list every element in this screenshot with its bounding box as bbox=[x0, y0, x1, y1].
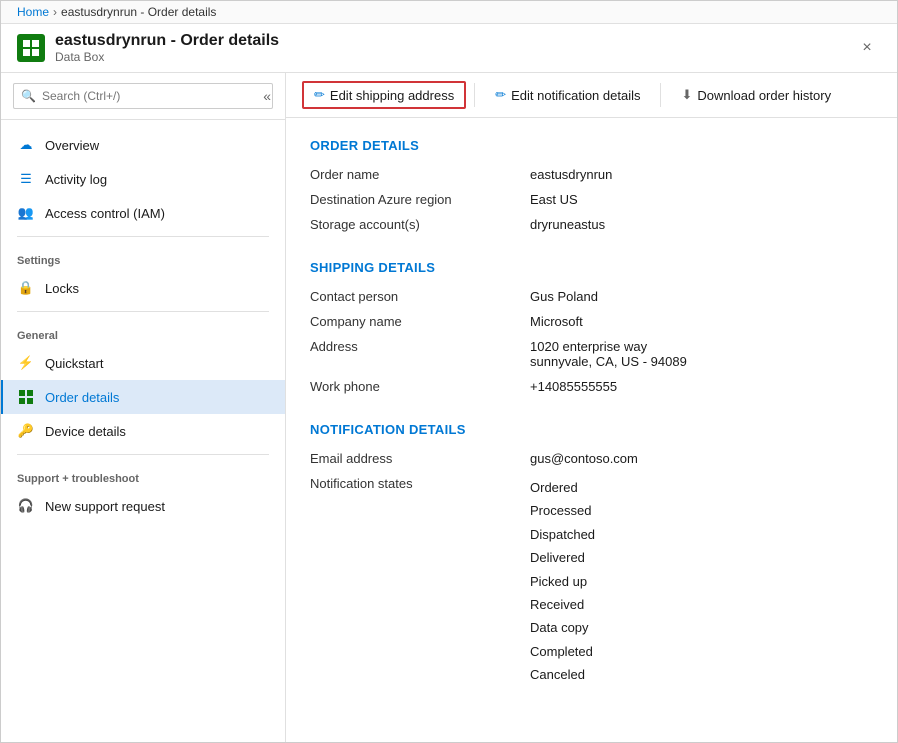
notification-states-row: Notification states Ordered Processed Di… bbox=[310, 476, 873, 687]
page-subtitle: Data Box bbox=[55, 50, 853, 64]
storage-accounts-row: Storage account(s) dryruneastus bbox=[310, 217, 873, 232]
divider-2 bbox=[17, 311, 269, 312]
sidebar-item-new-support-label: New support request bbox=[45, 499, 165, 514]
grid-icon bbox=[17, 388, 35, 406]
sidebar-item-quickstart[interactable]: ⚡ Quickstart bbox=[1, 346, 285, 380]
edit-shipping-button[interactable]: ✏ Edit shipping address bbox=[302, 81, 466, 109]
breadcrumb-separator: › bbox=[53, 5, 57, 19]
address-value: 1020 enterprise waysunnyvale, CA, US - 9… bbox=[530, 339, 687, 369]
edit-shipping-label: Edit shipping address bbox=[330, 88, 454, 103]
headset-icon: 🎧 bbox=[17, 497, 35, 515]
address-row: Address 1020 enterprise waysunnyvale, CA… bbox=[310, 339, 873, 369]
search-icon: 🔍 bbox=[21, 89, 36, 103]
destination-region-row: Destination Azure region East US bbox=[310, 192, 873, 207]
destination-region-label: Destination Azure region bbox=[310, 192, 530, 207]
toolbar-separator-2 bbox=[660, 83, 661, 107]
pencil2-icon: ✏ bbox=[495, 87, 506, 103]
edit-notification-button[interactable]: ✏ Edit notification details bbox=[483, 81, 652, 109]
page-title: eastusdrynrun - Order details bbox=[55, 32, 853, 50]
title-bar: eastusdrynrun - Order details Data Box × bbox=[1, 24, 897, 73]
sidebar-item-activity-log-label: Activity log bbox=[45, 172, 107, 187]
sidebar-search-container: 🔍 « bbox=[1, 73, 285, 120]
sidebar-item-order-details-label: Order details bbox=[45, 390, 119, 405]
sidebar-item-locks-label: Locks bbox=[45, 281, 79, 296]
sidebar-item-new-support[interactable]: 🎧 New support request bbox=[1, 489, 285, 523]
divider-3 bbox=[17, 454, 269, 455]
search-input[interactable] bbox=[13, 83, 273, 109]
sidebar-item-order-details[interactable]: Order details bbox=[1, 380, 285, 414]
sidebar-item-locks[interactable]: 🔒 Locks bbox=[1, 271, 285, 305]
section-label-support: Support + troubleshoot bbox=[1, 461, 285, 489]
breadcrumb: Home › eastusdrynrun - Order details bbox=[1, 1, 897, 24]
download-order-button[interactable]: ⬇ Download order history bbox=[669, 81, 843, 109]
shipping-details-title: SHIPPING DETAILS bbox=[310, 260, 873, 275]
detail-content: ORDER DETAILS Order name eastusdrynrun D… bbox=[286, 118, 897, 742]
main-layout: 🔍 « ☁ Overview ☰ Activity log 👥 bbox=[1, 73, 897, 742]
work-phone-value: +14085555555 bbox=[530, 379, 617, 394]
download-order-label: Download order history bbox=[697, 88, 831, 103]
company-name-row: Company name Microsoft bbox=[310, 314, 873, 329]
section-label-settings: Settings bbox=[1, 243, 285, 271]
notification-states-label: Notification states bbox=[310, 476, 530, 491]
storage-accounts-label: Storage account(s) bbox=[310, 217, 530, 232]
sidebar-item-quickstart-label: Quickstart bbox=[45, 356, 104, 371]
bolt-icon: ⚡ bbox=[17, 354, 35, 372]
work-phone-row: Work phone +14085555555 bbox=[310, 379, 873, 394]
people-icon: 👥 bbox=[17, 204, 35, 222]
download-icon: ⬇ bbox=[681, 87, 692, 103]
notification-details-section: NOTIFICATION DETAILS Email address gus@c… bbox=[310, 422, 873, 687]
main-window: Home › eastusdrynrun - Order details eas… bbox=[0, 0, 898, 743]
storage-accounts-value: dryruneastus bbox=[530, 217, 605, 232]
list-icon: ☰ bbox=[17, 170, 35, 188]
shipping-details-section: SHIPPING DETAILS Contact person Gus Pola… bbox=[310, 260, 873, 394]
sidebar-item-device-details-label: Device details bbox=[45, 424, 126, 439]
toolbar-separator-1 bbox=[474, 83, 475, 107]
app-icon bbox=[17, 34, 45, 62]
close-button[interactable]: × bbox=[853, 34, 881, 62]
order-details-title: ORDER DETAILS bbox=[310, 138, 873, 153]
pencil-icon: ✏ bbox=[314, 87, 325, 103]
sidebar-item-overview-label: Overview bbox=[45, 138, 99, 153]
divider-1 bbox=[17, 236, 269, 237]
edit-notification-label: Edit notification details bbox=[511, 88, 640, 103]
email-address-row: Email address gus@contoso.com bbox=[310, 451, 873, 466]
email-address-label: Email address bbox=[310, 451, 530, 466]
content-area: ✏ Edit shipping address ✏ Edit notificat… bbox=[286, 73, 897, 742]
notification-details-title: NOTIFICATION DETAILS bbox=[310, 422, 873, 437]
sidebar-item-overview[interactable]: ☁ Overview bbox=[1, 128, 285, 162]
contact-person-row: Contact person Gus Poland bbox=[310, 289, 873, 304]
order-details-section: ORDER DETAILS Order name eastusdrynrun D… bbox=[310, 138, 873, 232]
toolbar: ✏ Edit shipping address ✏ Edit notificat… bbox=[286, 73, 897, 118]
sidebar: 🔍 « ☁ Overview ☰ Activity log 👥 bbox=[1, 73, 286, 742]
work-phone-label: Work phone bbox=[310, 379, 530, 394]
notification-states-value: Ordered Processed Dispatched Delivered P… bbox=[530, 476, 595, 687]
company-name-value: Microsoft bbox=[530, 314, 583, 329]
collapse-icon[interactable]: « bbox=[263, 88, 271, 104]
order-name-row: Order name eastusdrynrun bbox=[310, 167, 873, 182]
order-name-label: Order name bbox=[310, 167, 530, 182]
sidebar-nav: ☁ Overview ☰ Activity log 👥 Access contr… bbox=[1, 120, 285, 531]
sidebar-item-access-control[interactable]: 👥 Access control (IAM) bbox=[1, 196, 285, 230]
sidebar-item-activity-log[interactable]: ☰ Activity log bbox=[1, 162, 285, 196]
contact-person-label: Contact person bbox=[310, 289, 530, 304]
sidebar-item-access-control-label: Access control (IAM) bbox=[45, 206, 165, 221]
email-address-value: gus@contoso.com bbox=[530, 451, 638, 466]
section-label-general: General bbox=[1, 318, 285, 346]
address-label: Address bbox=[310, 339, 530, 354]
key-icon: 🔑 bbox=[17, 422, 35, 440]
title-bar-text: eastusdrynrun - Order details Data Box bbox=[55, 32, 853, 64]
destination-region-value: East US bbox=[530, 192, 578, 207]
order-name-value: eastusdrynrun bbox=[530, 167, 612, 182]
contact-person-value: Gus Poland bbox=[530, 289, 598, 304]
lock-icon: 🔒 bbox=[17, 279, 35, 297]
company-name-label: Company name bbox=[310, 314, 530, 329]
cloud-icon: ☁ bbox=[17, 136, 35, 154]
breadcrumb-home[interactable]: Home bbox=[17, 5, 49, 19]
breadcrumb-current: eastusdrynrun - Order details bbox=[61, 5, 216, 19]
sidebar-item-device-details[interactable]: 🔑 Device details bbox=[1, 414, 285, 448]
